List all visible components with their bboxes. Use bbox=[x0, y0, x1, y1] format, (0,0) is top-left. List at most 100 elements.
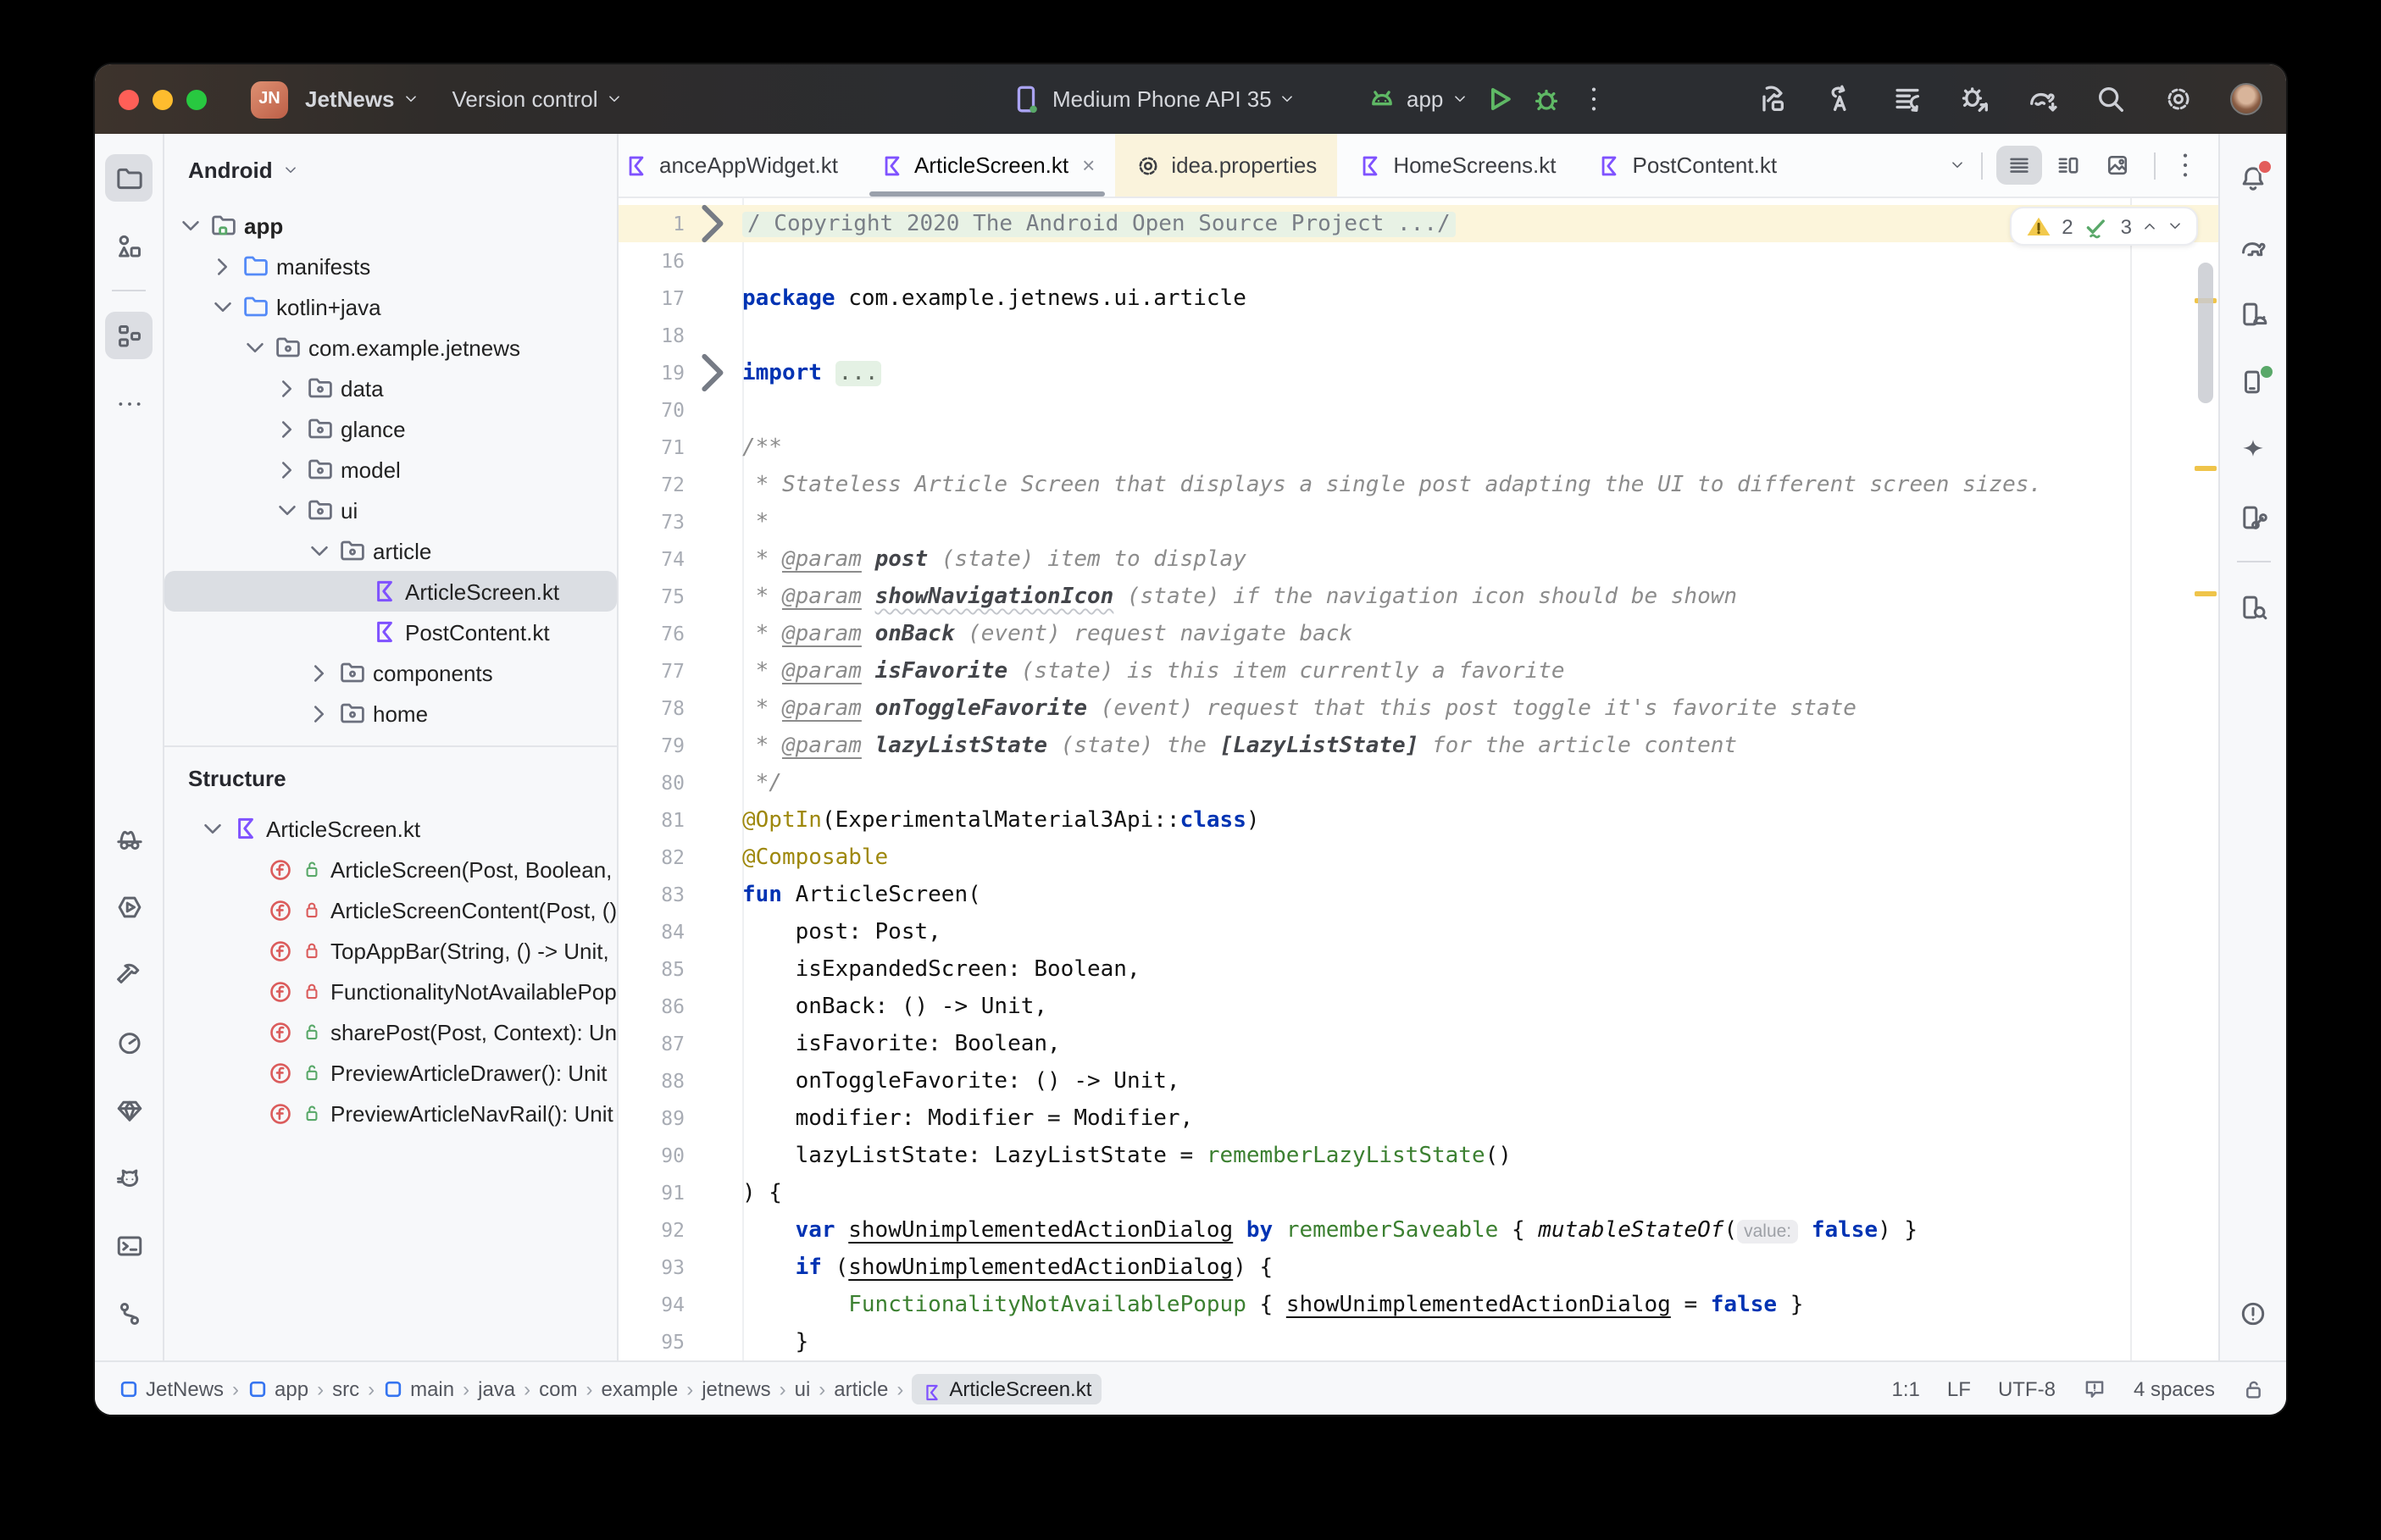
line-number[interactable]: 94 bbox=[619, 1293, 685, 1316]
code-line-83[interactable]: 83 fun ArticleScreen( bbox=[619, 876, 2218, 913]
inspection-widget[interactable]: 2 3 bbox=[2009, 207, 2198, 246]
caret-position[interactable]: 1:1 bbox=[1892, 1377, 1920, 1400]
code-line-19[interactable]: 19 import ... bbox=[619, 353, 2218, 392]
chevron-closed-icon[interactable] bbox=[275, 416, 300, 441]
structure-root[interactable]: ArticleScreen.kt bbox=[164, 808, 617, 849]
tree-item-app[interactable]: app bbox=[164, 205, 617, 246]
line-number[interactable]: 74 bbox=[619, 547, 685, 571]
tree-item-components[interactable]: components bbox=[164, 652, 617, 693]
tree-item-home[interactable]: home bbox=[164, 693, 617, 734]
breadcrumb-item-java[interactable]: java bbox=[478, 1377, 515, 1400]
profiler-icon[interactable] bbox=[105, 1018, 153, 1066]
code-editor[interactable]: 1 / Copyright 2020 The Android Open Sourc… bbox=[619, 198, 2218, 1360]
maximize-window-button[interactable] bbox=[186, 89, 207, 109]
project-menu[interactable]: JetNews bbox=[305, 86, 419, 112]
device-mirroring-icon[interactable] bbox=[2229, 493, 2277, 540]
chevron-open-icon[interactable] bbox=[307, 538, 332, 563]
code-line-73[interactable]: 73 * bbox=[619, 503, 2218, 540]
code-line-88[interactable]: 88 onToggleFavorite: () -> Unit, bbox=[619, 1062, 2218, 1100]
indent-setting[interactable]: 4 spaces bbox=[2134, 1377, 2215, 1400]
line-number[interactable]: 70 bbox=[619, 398, 685, 422]
file-encoding[interactable]: UTF-8 bbox=[1998, 1377, 2056, 1400]
line-number[interactable]: 73 bbox=[619, 510, 685, 534]
code-line-78[interactable]: 78 * @param onToggleFavorite (event) req… bbox=[619, 690, 2218, 727]
hidden-tabs-chevron-icon[interactable] bbox=[1947, 158, 1968, 173]
code-line-90[interactable]: 90 lazyListState: LazyListState = rememb… bbox=[619, 1137, 2218, 1174]
code-line-86[interactable]: 86 onBack: () -> Unit, bbox=[619, 988, 2218, 1025]
version-control-menu[interactable]: Version control bbox=[452, 86, 622, 112]
gradle-icon[interactable] bbox=[2229, 222, 2277, 269]
code-line-81[interactable]: 81 @OptIn(ExperimentalMaterial3Api::class… bbox=[619, 801, 2218, 839]
code-line-92[interactable]: 92 var showUnimplementedActionDialog by … bbox=[619, 1211, 2218, 1249]
line-number[interactable]: 79 bbox=[619, 734, 685, 757]
breadcrumb-item-main[interactable]: main bbox=[383, 1377, 454, 1400]
user-avatar[interactable] bbox=[2230, 83, 2262, 115]
device-explorer-icon[interactable] bbox=[2229, 583, 2277, 630]
line-number[interactable]: 93 bbox=[619, 1255, 685, 1279]
tree-item-manifests[interactable]: manifests bbox=[164, 246, 617, 286]
build-icon[interactable] bbox=[1756, 83, 1788, 115]
line-number[interactable]: 80 bbox=[619, 771, 685, 795]
line-number[interactable]: 75 bbox=[619, 584, 685, 608]
structure-item[interactable]: ArticleScreen(Post, Boolean, bbox=[164, 849, 617, 889]
line-number[interactable]: 87 bbox=[619, 1032, 685, 1055]
design-view-button[interactable] bbox=[2095, 146, 2140, 185]
code-line-91[interactable]: 91) { bbox=[619, 1174, 2218, 1211]
code-view-button[interactable] bbox=[1996, 146, 2042, 185]
line-ending[interactable]: LF bbox=[1947, 1377, 1971, 1400]
chevron-open-icon[interactable] bbox=[275, 497, 300, 523]
code-line-1[interactable]: 1 / Copyright 2020 The Android Open Sourc… bbox=[619, 204, 2218, 243]
chevron-closed-icon[interactable] bbox=[275, 375, 300, 401]
code-line-95[interactable]: 95 } bbox=[619, 1323, 2218, 1360]
code-line-70[interactable]: 70 bbox=[619, 391, 2218, 429]
tree-item-glance[interactable]: glance bbox=[164, 408, 617, 449]
chevron-closed-icon[interactable] bbox=[210, 253, 236, 279]
tree-item-articlescreen-kt[interactable]: ArticleScreen.kt bbox=[164, 571, 617, 612]
line-number[interactable]: 71 bbox=[619, 435, 685, 459]
code-line-94[interactable]: 94 FunctionalityNotAvailablePopup { show… bbox=[619, 1286, 2218, 1323]
line-number[interactable]: 17 bbox=[619, 286, 685, 310]
tree-item-kotlin-java[interactable]: kotlin+java bbox=[164, 286, 617, 327]
attach-debugger-icon[interactable] bbox=[1959, 83, 1991, 115]
close-icon[interactable]: × bbox=[1082, 152, 1095, 178]
more-tools-icon[interactable] bbox=[105, 379, 153, 427]
breadcrumb-item-app[interactable]: app bbox=[247, 1377, 308, 1400]
editor-scrollbar[interactable] bbox=[2198, 263, 2213, 403]
run-button[interactable] bbox=[1482, 83, 1514, 115]
running-devices-icon[interactable] bbox=[2229, 357, 2277, 405]
code-line-80[interactable]: 80 */ bbox=[619, 764, 2218, 801]
code-line-82[interactable]: 82 @Composable bbox=[619, 839, 2218, 876]
breadcrumb-item-articlescreen-kt[interactable]: ArticleScreen.kt bbox=[912, 1373, 1102, 1404]
project-tool-icon[interactable] bbox=[105, 154, 153, 202]
line-number[interactable]: 78 bbox=[619, 696, 685, 720]
structure-item[interactable]: PreviewArticleNavRail(): Unit bbox=[164, 1093, 617, 1133]
structure-item[interactable]: ArticleScreenContent(Post, () bbox=[164, 889, 617, 930]
apply-code-changes-icon[interactable] bbox=[1891, 83, 1923, 115]
editor-tab-articlescreen-kt[interactable]: ArticleScreen.kt × bbox=[858, 134, 1115, 197]
search-everywhere-icon[interactable] bbox=[2095, 83, 2127, 115]
code-line-84[interactable]: 84 post: Post, bbox=[619, 913, 2218, 950]
resource-manager-icon[interactable] bbox=[105, 222, 153, 269]
app-inspection-icon[interactable] bbox=[105, 815, 153, 862]
line-number[interactable]: 84 bbox=[619, 920, 685, 944]
tree-item-model[interactable]: model bbox=[164, 449, 617, 490]
code-line-18[interactable]: 18 bbox=[619, 317, 2218, 354]
code-line-17[interactable]: 17 package com.example.jetnews.ui.article bbox=[619, 280, 2218, 317]
chevron-open-icon[interactable] bbox=[242, 335, 268, 360]
breadcrumb-item-jetnews[interactable]: JetNews bbox=[119, 1377, 224, 1400]
more-actions-button[interactable] bbox=[1577, 83, 1609, 115]
chevron-closed-icon[interactable] bbox=[307, 660, 332, 685]
code-line-71[interactable]: 71 /** bbox=[619, 429, 2218, 466]
line-number[interactable]: 1 bbox=[619, 212, 685, 235]
structure-item[interactable]: PreviewArticleDrawer(): Unit bbox=[164, 1052, 617, 1093]
breadcrumb-item-example[interactable]: example bbox=[602, 1377, 679, 1400]
debug-button[interactable] bbox=[1529, 83, 1562, 115]
warning-stripe-mark[interactable] bbox=[2195, 466, 2217, 471]
editor-tab-homescreens-kt[interactable]: HomeScreens.kt bbox=[1337, 134, 1576, 197]
settings-gear-icon[interactable] bbox=[2162, 83, 2195, 115]
close-window-button[interactable] bbox=[119, 89, 139, 109]
prev-issue-icon[interactable] bbox=[2142, 219, 2157, 234]
breadcrumb-item-article[interactable]: article bbox=[834, 1377, 888, 1400]
structure-tool-icon[interactable] bbox=[105, 312, 153, 359]
tab-options-icon[interactable] bbox=[2169, 149, 2201, 181]
